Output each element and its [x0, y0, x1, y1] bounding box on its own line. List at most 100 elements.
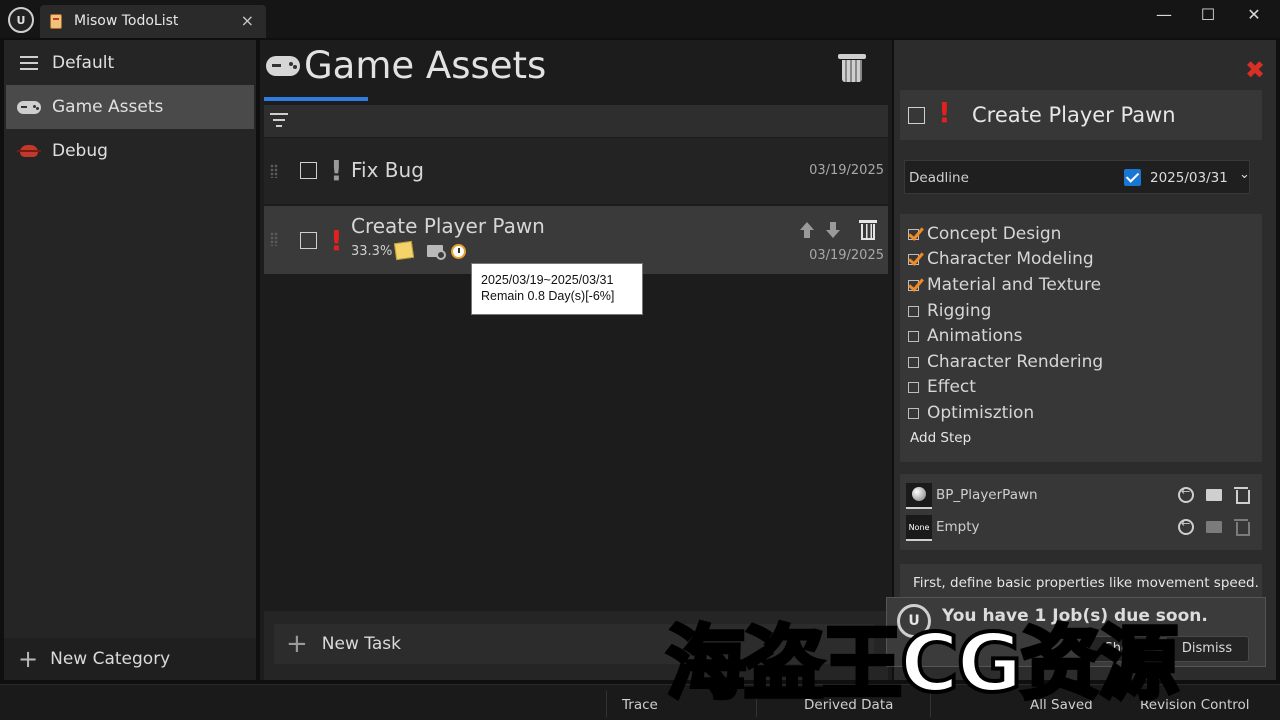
step-checkbox[interactable]	[908, 305, 919, 317]
new-task-label: New Task	[321, 634, 401, 654]
document-tab[interactable]: Misow TodoList ×	[40, 5, 266, 38]
new-category-label: New Category	[50, 649, 171, 669]
chevron-down-icon[interactable]: ⌄	[1239, 167, 1250, 182]
category-item-debug[interactable]: Debug	[6, 129, 254, 173]
step-item[interactable]: Effect	[908, 377, 976, 397]
browse-asset-icon[interactable]	[1206, 521, 1222, 533]
detail-checkbox[interactable]	[908, 107, 925, 124]
category-panel: Default Game Assets Debug + New Category	[4, 40, 256, 680]
category-label: Game Assets	[52, 97, 164, 117]
step-checkbox[interactable]	[908, 228, 919, 240]
step-label: Effect	[927, 377, 976, 397]
asset-row[interactable]: None Empty	[906, 515, 1256, 543]
delete-task-button[interactable]	[859, 220, 877, 240]
step-item[interactable]: Character Modeling	[908, 249, 1094, 269]
step-checkbox[interactable]	[908, 279, 919, 291]
filter-icon[interactable]	[270, 113, 288, 127]
delete-category-button[interactable]	[838, 54, 866, 82]
priority-icon: !	[330, 154, 343, 187]
title-bar: U Misow TodoList × — ☐ ✕	[0, 0, 1280, 38]
task-title: Create Player Pawn	[351, 214, 545, 238]
category-item-game-assets[interactable]: Game Assets	[6, 85, 254, 129]
use-selected-icon[interactable]	[1178, 517, 1194, 535]
minimize-button[interactable]: —	[1144, 4, 1184, 30]
detail-title[interactable]: Create Player Pawn	[972, 103, 1176, 127]
alarm-clock-icon[interactable]	[451, 244, 466, 259]
category-item-default[interactable]: Default	[6, 41, 254, 85]
deadline-tooltip: 2025/03/19~2025/03/31 Remain 0.8 Day(s)[…	[471, 263, 643, 315]
step-item[interactable]: Optimisztion	[908, 403, 1034, 423]
tooltip-remaining: Remain 0.8 Day(s)[-6%]	[481, 289, 615, 303]
plus-icon: +	[286, 629, 308, 659]
new-category-button[interactable]: + New Category	[4, 638, 256, 680]
description-text: First, define basic properties like move…	[913, 575, 1259, 591]
bug-icon	[17, 145, 41, 157]
deadline-checkbox[interactable]	[1124, 169, 1141, 186]
remove-asset-icon[interactable]	[1234, 487, 1250, 504]
linked-assets: BP_PlayerPawn None Empty	[900, 474, 1262, 550]
step-label: Concept Design	[927, 224, 1062, 244]
asset-name: Empty	[936, 519, 980, 535]
note-icon[interactable]	[393, 240, 415, 261]
trace-menu[interactable]: Trace	[622, 697, 658, 713]
deadline-label: Deadline	[909, 170, 969, 186]
unreal-logo-icon: U	[8, 7, 34, 33]
step-label: Optimisztion	[927, 403, 1035, 423]
step-label: Animations	[927, 326, 1023, 346]
drag-handle-icon[interactable]	[270, 232, 278, 246]
task-row[interactable]: ! Fix Bug 03/19/2025	[264, 138, 888, 204]
deadline-date[interactable]: 2025/03/31	[1150, 170, 1228, 186]
step-item[interactable]: Rigging	[908, 301, 991, 321]
step-item[interactable]: Character Rendering	[908, 352, 1103, 372]
task-checkbox[interactable]	[300, 162, 317, 179]
blueprint-thumbnail-icon	[906, 483, 932, 509]
task-list-panel: Game Assets ! Fix Bug 03/19/2025 ! Creat…	[260, 40, 892, 680]
asset-folder-icon[interactable]	[427, 245, 446, 260]
task-date: 03/19/2025	[809, 163, 884, 178]
trash-icon	[861, 224, 875, 240]
hamburger-icon	[20, 56, 38, 70]
asset-name: BP_PlayerPawn	[936, 487, 1038, 503]
maximize-button[interactable]: ☐	[1188, 4, 1228, 30]
close-window-button[interactable]: ✕	[1234, 4, 1274, 30]
priority-icon[interactable]: !	[938, 96, 951, 129]
detail-header: ! Create Player Pawn	[900, 90, 1262, 140]
step-checkbox[interactable]	[908, 356, 919, 368]
step-checkbox[interactable]	[908, 330, 919, 342]
step-item[interactable]: Concept Design	[908, 224, 1061, 244]
task-date: 03/19/2025	[809, 248, 884, 263]
step-checkbox[interactable]	[908, 407, 919, 419]
step-checkbox[interactable]	[908, 253, 919, 265]
browse-asset-icon[interactable]	[1206, 489, 1222, 501]
priority-icon: !	[330, 224, 343, 257]
tooltip-date-range: 2025/03/19~2025/03/31	[481, 273, 614, 287]
task-checkbox[interactable]	[300, 232, 317, 249]
move-up-icon[interactable]	[800, 222, 814, 238]
steps-list: Concept Design Character Modeling Materi…	[900, 214, 1262, 462]
step-checkbox[interactable]	[908, 381, 919, 393]
close-detail-icon[interactable]: ✖	[1245, 56, 1265, 84]
watermark-text: 海盗王CG资源	[664, 615, 1180, 712]
step-label: Rigging	[927, 301, 992, 321]
use-selected-icon[interactable]	[1178, 485, 1194, 503]
dismiss-button[interactable]: Dismiss	[1165, 636, 1249, 662]
add-step-button[interactable]: Add Step	[910, 430, 971, 446]
category-label: Default	[52, 53, 115, 73]
tab-close-icon[interactable]: ×	[241, 11, 254, 30]
step-label: Material and Texture	[927, 275, 1102, 295]
drag-handle-icon[interactable]	[270, 164, 278, 178]
plus-icon: +	[18, 645, 39, 673]
asset-row[interactable]: BP_PlayerPawn	[906, 483, 1256, 511]
document-tab-title: Misow TodoList	[74, 13, 179, 29]
move-down-icon[interactable]	[826, 222, 840, 238]
task-title: Fix Bug	[351, 158, 424, 182]
task-detail-panel: ✖ ! Create Player Pawn Deadline 2025/03/…	[894, 40, 1276, 680]
gamepad-icon	[266, 56, 300, 76]
deadline-row: Deadline 2025/03/31 ⌄	[904, 160, 1250, 194]
step-item[interactable]: Animations	[908, 326, 1023, 346]
remove-asset-icon[interactable]	[1234, 519, 1250, 536]
step-label: Character Rendering	[927, 352, 1104, 372]
todolist-icon	[50, 14, 62, 29]
page-title: Game Assets	[304, 44, 547, 87]
step-item[interactable]: Material and Texture	[908, 275, 1101, 295]
